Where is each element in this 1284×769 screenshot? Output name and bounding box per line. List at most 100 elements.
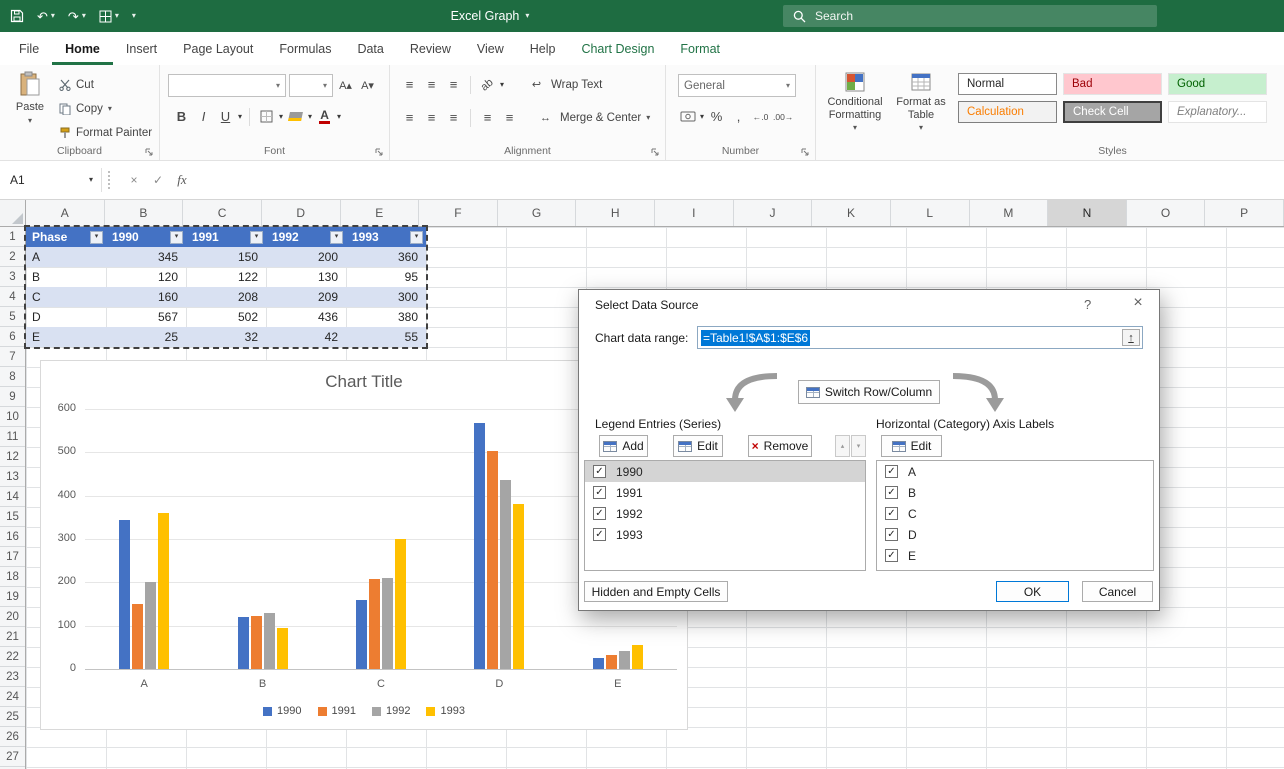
row-header-15[interactable]: 15 <box>0 507 25 527</box>
fill-color-button[interactable] <box>286 107 305 126</box>
cell[interactable]: 300 <box>346 287 426 307</box>
cell[interactable]: 130 <box>266 267 346 287</box>
checkbox-checked[interactable]: ✓ <box>593 465 606 478</box>
align-right-button[interactable]: ≡ <box>444 108 463 127</box>
column-header-M[interactable]: M <box>970 200 1049 226</box>
dialog-launcher-icon[interactable] <box>145 146 155 156</box>
comma-style-button[interactable]: , <box>729 107 748 126</box>
row-header-14[interactable]: 14 <box>0 487 25 507</box>
tab-view[interactable]: View <box>464 32 517 65</box>
column-header-K[interactable]: K <box>812 200 891 226</box>
row-header-12[interactable]: 12 <box>0 447 25 467</box>
tab-formulas[interactable]: Formulas <box>266 32 344 65</box>
column-header-C[interactable]: C <box>183 200 262 226</box>
align-middle-button[interactable]: ≡ <box>422 75 441 94</box>
align-top-button[interactable]: ≡ <box>400 75 419 94</box>
column-header-I[interactable]: I <box>655 200 734 226</box>
series-item-1991[interactable]: ✓1991 <box>585 482 865 503</box>
bar-1990-E[interactable] <box>593 658 604 669</box>
dialog-launcher-icon[interactable] <box>375 146 385 156</box>
formula-input[interactable] <box>194 168 1284 192</box>
font-color-button[interactable]: A <box>315 107 334 126</box>
hidden-empty-cells-button[interactable]: Hidden and Empty Cells <box>584 581 728 602</box>
cell[interactable]: 122 <box>186 267 266 287</box>
cell[interactable]: 25 <box>106 327 186 347</box>
increase-decimal-button[interactable]: ←.0 <box>751 107 770 126</box>
checkbox-checked[interactable]: ✓ <box>885 507 898 520</box>
row-header-5[interactable]: 5 <box>0 307 25 327</box>
ok-button[interactable]: OK <box>996 581 1069 602</box>
remove-series-button[interactable]: × Remove <box>748 435 812 457</box>
axis-item-A[interactable]: ✓A <box>877 461 1153 482</box>
bar-1990-B[interactable] <box>238 617 249 669</box>
dialog-launcher-icon[interactable] <box>651 146 661 156</box>
cell[interactable]: 55 <box>346 327 426 347</box>
row-header-2[interactable]: 2 <box>0 247 25 267</box>
dialog-launcher-icon[interactable] <box>801 146 811 156</box>
column-header-P[interactable]: P <box>1205 200 1284 226</box>
bar-1990-C[interactable] <box>356 600 367 669</box>
bar-1991-D[interactable] <box>487 451 498 669</box>
tab-format[interactable]: Format <box>667 32 733 65</box>
cell[interactable]: 200 <box>266 247 346 267</box>
checkbox-checked[interactable]: ✓ <box>885 528 898 541</box>
column-header-F[interactable]: F <box>419 200 498 226</box>
increase-indent-button[interactable]: ≡ <box>500 108 519 127</box>
bar-1992-C[interactable] <box>382 578 393 669</box>
cell-style-explanatory[interactable]: Explanatory... <box>1168 101 1267 123</box>
cell[interactable]: 208 <box>186 287 266 307</box>
accounting-format-button[interactable] <box>678 107 697 126</box>
paste-button[interactable]: Paste ▾ <box>6 71 54 125</box>
tab-review[interactable]: Review <box>397 32 464 65</box>
move-series-up-button[interactable]: ▴ <box>835 435 850 457</box>
copy-button[interactable]: Copy ▾ <box>56 98 155 119</box>
merge-center-button[interactable]: ↔ Merge & Center ▾ <box>533 107 653 128</box>
cell[interactable]: C <box>26 287 106 307</box>
filter-icon[interactable]: ▾ <box>250 231 263 244</box>
cell[interactable]: E <box>26 327 106 347</box>
cell[interactable]: 345 <box>106 247 186 267</box>
filter-icon[interactable]: ▾ <box>170 231 183 244</box>
row-header-22[interactable]: 22 <box>0 647 25 667</box>
help-icon[interactable]: ? <box>1084 297 1091 312</box>
cell[interactable]: 209 <box>266 287 346 307</box>
undo-button[interactable]: ↶ ▾ <box>37 10 55 23</box>
format-as-table-button[interactable]: Format as Table ▾ <box>890 71 952 132</box>
checkbox-checked[interactable]: ✓ <box>885 486 898 499</box>
column-header-H[interactable]: H <box>576 200 655 226</box>
move-series-down-button[interactable]: ▾ <box>851 435 866 457</box>
bar-1993-B[interactable] <box>277 628 288 669</box>
customize-qat-button[interactable]: ▾ <box>132 12 136 20</box>
checkbox-checked[interactable]: ✓ <box>593 528 606 541</box>
number-format-select[interactable]: General ▾ <box>678 74 796 97</box>
column-header-G[interactable]: G <box>498 200 577 226</box>
italic-button[interactable]: I <box>194 107 213 126</box>
axis-item-C[interactable]: ✓C <box>877 503 1153 524</box>
tab-help[interactable]: Help <box>517 32 569 65</box>
format-painter-button[interactable]: Format Painter <box>56 122 155 143</box>
tab-page-layout[interactable]: Page Layout <box>170 32 266 65</box>
bar-1991-E[interactable] <box>606 655 617 669</box>
name-box[interactable]: A1 ▾ <box>2 168 102 192</box>
row-header-4[interactable]: 4 <box>0 287 25 307</box>
row-header-6[interactable]: 6 <box>0 327 25 347</box>
font-name-select[interactable]: ▾ <box>168 74 286 97</box>
tab-file[interactable]: File <box>6 32 52 65</box>
tab-insert[interactable]: Insert <box>113 32 170 65</box>
increase-font-size-button[interactable]: A▴ <box>336 76 355 95</box>
collapse-dialog-icon[interactable]: ↑ <box>1122 329 1140 346</box>
cell[interactable]: 32 <box>186 327 266 347</box>
column-header-J[interactable]: J <box>734 200 813 226</box>
checkbox-checked[interactable]: ✓ <box>593 486 606 499</box>
cell[interactable]: 502 <box>186 307 266 327</box>
cancel-button[interactable]: Cancel <box>1082 581 1153 602</box>
column-header-O[interactable]: O <box>1127 200 1206 226</box>
row-header-23[interactable]: 23 <box>0 667 25 687</box>
bold-button[interactable]: B <box>172 107 191 126</box>
edit-series-button[interactable]: Edit <box>673 435 723 457</box>
row-header-7[interactable]: 7 <box>0 347 25 367</box>
cell-style-normal[interactable]: Normal <box>958 73 1057 95</box>
bar-1992-B[interactable] <box>264 613 275 669</box>
filter-icon[interactable]: ▾ <box>410 231 423 244</box>
bar-1993-E[interactable] <box>632 645 643 669</box>
